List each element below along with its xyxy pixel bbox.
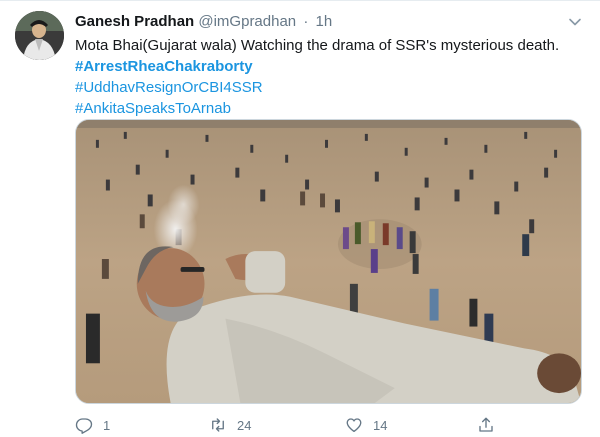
tweet-actions: 1 24 14	[75, 415, 495, 435]
reply-count: 1	[103, 417, 111, 433]
tweet-photo[interactable]	[75, 119, 582, 404]
chevron-down-icon[interactable]	[568, 15, 582, 29]
tweet-header: Ganesh Pradhan @imGpradhan · 1h	[75, 13, 332, 31]
retweet-icon	[212, 418, 224, 432]
tweet-text: Mota Bhai(Gujarat wala) Watching the dra…	[75, 35, 585, 119]
share-icon	[479, 417, 493, 432]
hashtag-link[interactable]: #AnkitaSpeaksToArnab	[75, 98, 585, 119]
photo-image	[76, 120, 581, 403]
hashtag-link[interactable]: #UddhavResignOrCBI4SSR	[75, 77, 585, 98]
retweet-count: 24	[237, 417, 252, 433]
tweet-timestamp[interactable]: 1h	[316, 13, 333, 30]
avatar[interactable]	[15, 11, 64, 60]
tweet-body-text: Mota Bhai(Gujarat wala) Watching the dra…	[75, 37, 560, 54]
reply-icon	[75, 418, 93, 434]
reply-button[interactable]: 1	[75, 415, 110, 435]
author-name[interactable]: Ganesh Pradhan	[75, 13, 194, 30]
share-button[interactable]	[477, 415, 495, 435]
like-button[interactable]: 14	[345, 415, 387, 435]
avatar-image	[15, 11, 64, 60]
hashtag-link[interactable]: #ArrestRheaChakraborty	[75, 56, 585, 77]
like-count: 14	[373, 417, 388, 433]
heart-icon	[346, 418, 362, 433]
separator-dot: ·	[303, 13, 309, 30]
tweet-card[interactable]: Ganesh Pradhan @imGpradhan · 1h Mota Bha…	[0, 0, 600, 437]
retweet-button[interactable]: 24	[209, 415, 251, 435]
author-handle[interactable]: @imGpradhan	[198, 13, 296, 30]
